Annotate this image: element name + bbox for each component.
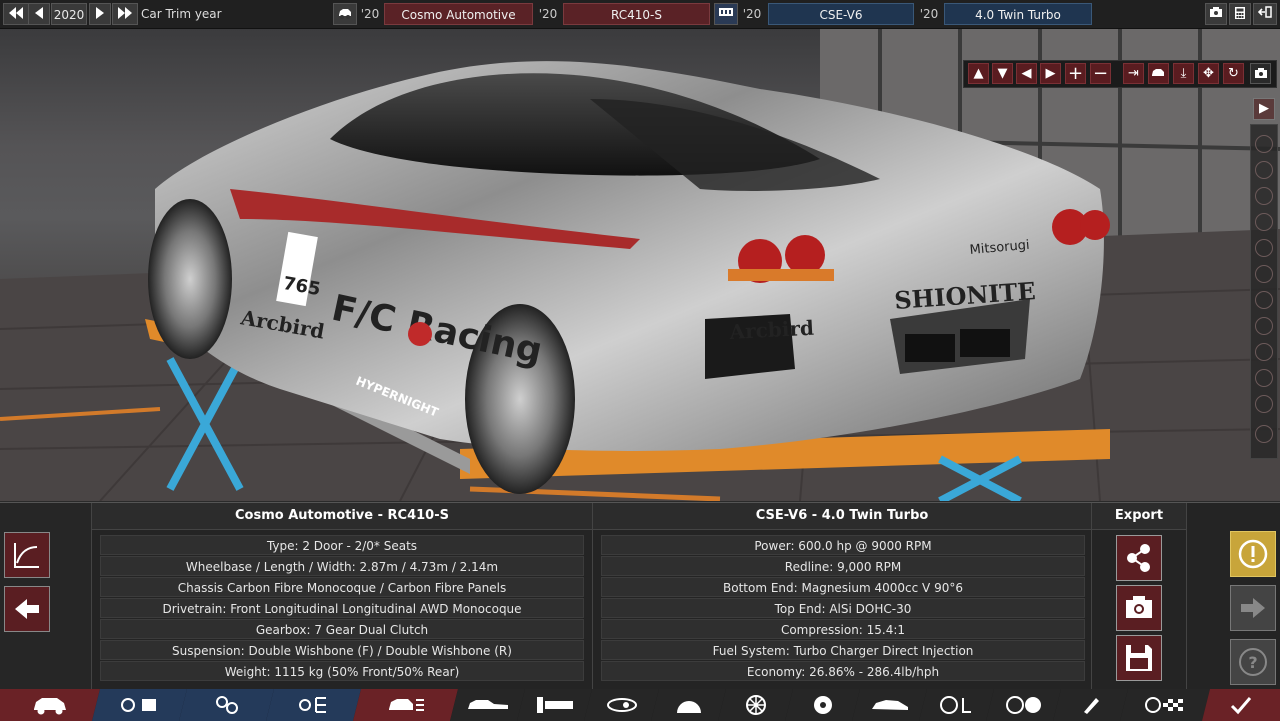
tab-brakes[interactable] xyxy=(651,689,726,721)
variant-name[interactable]: 4.0 Twin Turbo xyxy=(944,3,1092,25)
car-viewport[interactable]: F/C Racing SHIONITE Mitsorugi Arcbird Ar… xyxy=(0,29,1280,501)
camera-controls: ▲ ▼ ◀ ▶ + − ⇥ ⤓ ✥ ↻ xyxy=(963,60,1277,88)
tab-interior[interactable] xyxy=(919,689,994,721)
engine-block-icon[interactable] xyxy=(1255,291,1273,309)
body-icon[interactable] xyxy=(1255,161,1273,179)
engine-family-name[interactable]: CSE-V6 xyxy=(768,3,914,25)
tab-model-files[interactable] xyxy=(92,689,187,721)
screenshot-icon[interactable] xyxy=(1205,3,1227,25)
bottom-tab-bar xyxy=(0,689,1280,721)
zoom-out-icon[interactable]: − xyxy=(1090,63,1111,84)
tab-model-design[interactable] xyxy=(179,689,274,721)
engine-family-year: '20 xyxy=(742,7,762,21)
left-actions xyxy=(0,503,92,689)
trim-year: '20 xyxy=(538,7,558,21)
car-info-row: Drivetrain: Front Longitudinal Longitudi… xyxy=(100,598,584,618)
car-info-row: Suspension: Double Wishbone (F) / Double… xyxy=(100,640,584,660)
driver-icon[interactable] xyxy=(1255,395,1273,413)
engine-info-row: Redline: 9,000 RPM xyxy=(601,556,1085,576)
engine-info-panel: CSE-V6 - 4.0 Twin Turbo Power: 600.0 hp … xyxy=(593,503,1092,689)
engine-info-row: Power: 600.0 hp @ 9000 RPM xyxy=(601,535,1085,555)
share-icon[interactable] xyxy=(1116,535,1162,581)
trim-name[interactable]: RC410-S xyxy=(563,3,710,25)
lower-icon[interactable]: ⤓ xyxy=(1173,63,1194,84)
tab-testing[interactable] xyxy=(1120,689,1210,721)
car-model-icon[interactable] xyxy=(333,3,357,25)
engine-info-row: Compression: 15.4:1 xyxy=(601,619,1085,639)
play-icon[interactable]: ▶ xyxy=(1253,98,1275,120)
disable-icon[interactable] xyxy=(1255,343,1273,361)
variant-year: '20 xyxy=(919,7,939,21)
export-title: Export xyxy=(1092,503,1186,530)
back-arrow-icon[interactable] xyxy=(4,586,50,632)
tab-trim-overview[interactable] xyxy=(353,689,458,721)
car-view-icon[interactable] xyxy=(1148,63,1169,84)
top-bar: 2020 Car Trim year '20 Cosmo Automotive … xyxy=(0,0,1280,29)
engine-info-row: Economy: 26.86% - 286.4lb/hph xyxy=(601,661,1085,681)
bottom-panel: Cosmo Automotive - RC410-S Type: 2 Door … xyxy=(0,502,1280,689)
camera-down-icon[interactable]: ▼ xyxy=(992,63,1013,84)
car-side-icon[interactable] xyxy=(1255,239,1273,257)
year-field[interactable]: 2020 xyxy=(51,3,87,25)
car-info-row: Type: 2 Door - 2/0* Seats xyxy=(100,535,584,555)
circle-icon[interactable] xyxy=(1255,425,1273,443)
prev-year-icon[interactable] xyxy=(28,3,50,25)
tab-aero[interactable] xyxy=(852,689,927,721)
rotate-axis-icon[interactable]: ✥ xyxy=(1198,63,1219,84)
car-info-row: Wheelbase / Length / Width: 2.87m / 4.73… xyxy=(100,556,584,576)
tab-tuning[interactable] xyxy=(1053,689,1128,721)
skip-back-icon[interactable] xyxy=(3,3,29,25)
zoom-in-icon[interactable]: + xyxy=(1065,63,1086,84)
help-icon[interactable]: ? xyxy=(1230,639,1276,685)
model-year: '20 xyxy=(360,7,380,21)
gear-icon[interactable] xyxy=(1255,369,1273,387)
export-photo-icon[interactable] xyxy=(1116,585,1162,631)
tab-discs[interactable] xyxy=(785,689,860,721)
wheel-icon[interactable] xyxy=(1255,135,1273,153)
calculator-icon[interactable] xyxy=(1229,3,1251,25)
car-info-row: Weight: 1115 kg (50% Front/50% Rear) xyxy=(100,661,584,681)
camera-up-icon[interactable]: ▲ xyxy=(968,63,989,84)
exit-icon[interactable] xyxy=(1253,3,1277,25)
svg-text:?: ? xyxy=(1248,653,1257,672)
decal-arcbird-rear: Arcbird xyxy=(728,316,814,344)
reset-view-icon[interactable]: ↻ xyxy=(1223,63,1244,84)
suspension-icon[interactable] xyxy=(1255,187,1273,205)
car-info-panel: Cosmo Automotive - RC410-S Type: 2 Door … xyxy=(92,503,593,689)
car-info-row: Gearbox: 7 Gear Dual Clutch xyxy=(100,619,584,639)
engine-info-row: Top End: AlSi DOHC-30 xyxy=(601,598,1085,618)
tab-lights[interactable] xyxy=(584,689,659,721)
car-info-row: Chassis Carbon Fibre Monocoque / Carbon … xyxy=(100,577,584,597)
chassis-icon[interactable] xyxy=(1255,213,1273,231)
tab-car-home[interactable] xyxy=(0,689,100,721)
warning-icon[interactable] xyxy=(1230,531,1276,577)
next-year-icon[interactable] xyxy=(89,3,111,25)
graph-icon[interactable] xyxy=(4,532,50,578)
engine-info-row: Bottom End: Magnesium 4000cc V 90°6 xyxy=(601,577,1085,597)
engine-info-row: Fuel System: Turbo Charger Direct Inject… xyxy=(601,640,1085,660)
export-panel: Export xyxy=(1092,503,1187,689)
camera-photo-icon[interactable] xyxy=(1250,63,1271,84)
tab-wheels[interactable] xyxy=(718,689,793,721)
skip-forward-icon[interactable] xyxy=(112,3,138,25)
car-render-scene: F/C Racing SHIONITE Mitsorugi Arcbird Ar… xyxy=(0,29,1280,501)
exhaust-icon[interactable] xyxy=(1255,265,1273,283)
save-icon[interactable] xyxy=(1116,635,1162,681)
lift-icon[interactable] xyxy=(1255,317,1273,335)
align-right-icon[interactable]: ⇥ xyxy=(1123,63,1144,84)
trim-year-label: Car Trim year xyxy=(141,7,222,21)
side-toolbar xyxy=(1250,124,1278,459)
tab-finish[interactable] xyxy=(1202,689,1280,721)
tab-model-tree[interactable] xyxy=(266,689,361,721)
forward-arrow-icon[interactable] xyxy=(1230,585,1276,631)
engine-info-title: CSE-V6 - 4.0 Twin Turbo xyxy=(593,503,1091,530)
camera-right-icon[interactable]: ▶ xyxy=(1040,63,1061,84)
tab-body[interactable] xyxy=(450,689,525,721)
company-name[interactable]: Cosmo Automotive xyxy=(384,3,533,25)
car-info-title: Cosmo Automotive - RC410-S xyxy=(92,503,592,530)
camera-left-icon[interactable]: ◀ xyxy=(1016,63,1037,84)
tab-chassis[interactable] xyxy=(517,689,592,721)
engine-icon[interactable] xyxy=(714,3,738,25)
tab-steering[interactable] xyxy=(986,689,1061,721)
